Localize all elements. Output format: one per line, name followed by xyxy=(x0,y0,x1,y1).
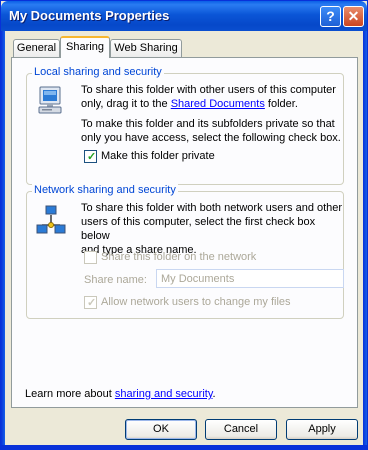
close-button[interactable]: ✕ xyxy=(343,6,364,27)
allow-change-checkbox[interactable]: ✓ xyxy=(84,296,97,309)
make-private-label[interactable]: Make this folder private xyxy=(101,149,215,163)
network-sharing-title: Network sharing and security xyxy=(32,184,178,196)
local-text-1-line-2-prefix: only, drag it to the xyxy=(81,98,171,110)
network-sharing-group: Network sharing and security To share th… xyxy=(26,184,344,319)
title-bar[interactable]: My Documents Properties ? ✕ xyxy=(1,1,367,31)
local-text-1: To share this folder with other users of… xyxy=(81,83,343,111)
help-button[interactable]: ? xyxy=(320,6,341,27)
network-computers-icon xyxy=(36,205,66,234)
tab-sharing[interactable]: Sharing xyxy=(60,36,110,58)
local-text-2-line-1: To make this folder and its subfolders p… xyxy=(81,118,335,130)
window-border-bottom xyxy=(1,445,367,449)
local-sharing-group: Local sharing and security To share this… xyxy=(26,66,344,185)
computer-icon xyxy=(38,86,62,114)
local-text-2: To make this folder and its subfolders p… xyxy=(81,117,343,145)
learn-more-prefix: Learn more about xyxy=(25,388,115,400)
window-border-left xyxy=(1,31,5,449)
local-text-1-line-2-suffix: folder. xyxy=(264,98,298,110)
local-text-1-line-1: To share this folder with other users of… xyxy=(81,84,336,96)
close-icon: ✕ xyxy=(347,8,360,24)
share-on-network-label[interactable]: Share this folder on the network xyxy=(101,250,256,264)
local-text-2-line-2: only you have access, select the followi… xyxy=(81,132,341,144)
properties-dialog: My Documents Properties ? ✕ General Shar… xyxy=(0,0,368,450)
share-on-network-checkbox[interactable] xyxy=(84,251,97,264)
local-sharing-title: Local sharing and security xyxy=(32,66,164,78)
apply-button[interactable]: Apply xyxy=(286,419,358,440)
share-name-input[interactable]: My Documents xyxy=(156,269,344,288)
network-text-line-2: users of this computer, select the first… xyxy=(81,216,316,242)
allow-change-label[interactable]: Allow network users to change my files xyxy=(101,295,291,309)
make-private-checkbox[interactable]: ✓ xyxy=(84,150,97,163)
cancel-button[interactable]: Cancel xyxy=(205,419,277,440)
tab-web-sharing[interactable]: Web Sharing xyxy=(110,39,182,57)
window-border-right xyxy=(363,31,367,449)
tab-general[interactable]: General xyxy=(13,39,60,57)
window-title: My Documents Properties xyxy=(9,8,170,23)
network-text: To share this folder with both network u… xyxy=(81,201,343,257)
shared-documents-link[interactable]: Shared Documents xyxy=(171,98,265,110)
help-icon: ? xyxy=(326,8,335,24)
learn-more-suffix: . xyxy=(212,388,216,400)
sharing-tab-panel: Local sharing and security To share this… xyxy=(11,57,358,408)
ok-button[interactable]: OK xyxy=(125,419,197,440)
check-icon: ✓ xyxy=(87,151,97,163)
learn-more-text: Learn more about sharing and security. xyxy=(25,387,216,401)
network-text-line-1: To share this folder with both network u… xyxy=(81,202,343,214)
share-name-label: Share name: xyxy=(84,274,147,286)
sharing-security-link[interactable]: sharing and security xyxy=(115,388,213,400)
check-icon: ✓ xyxy=(87,297,97,309)
